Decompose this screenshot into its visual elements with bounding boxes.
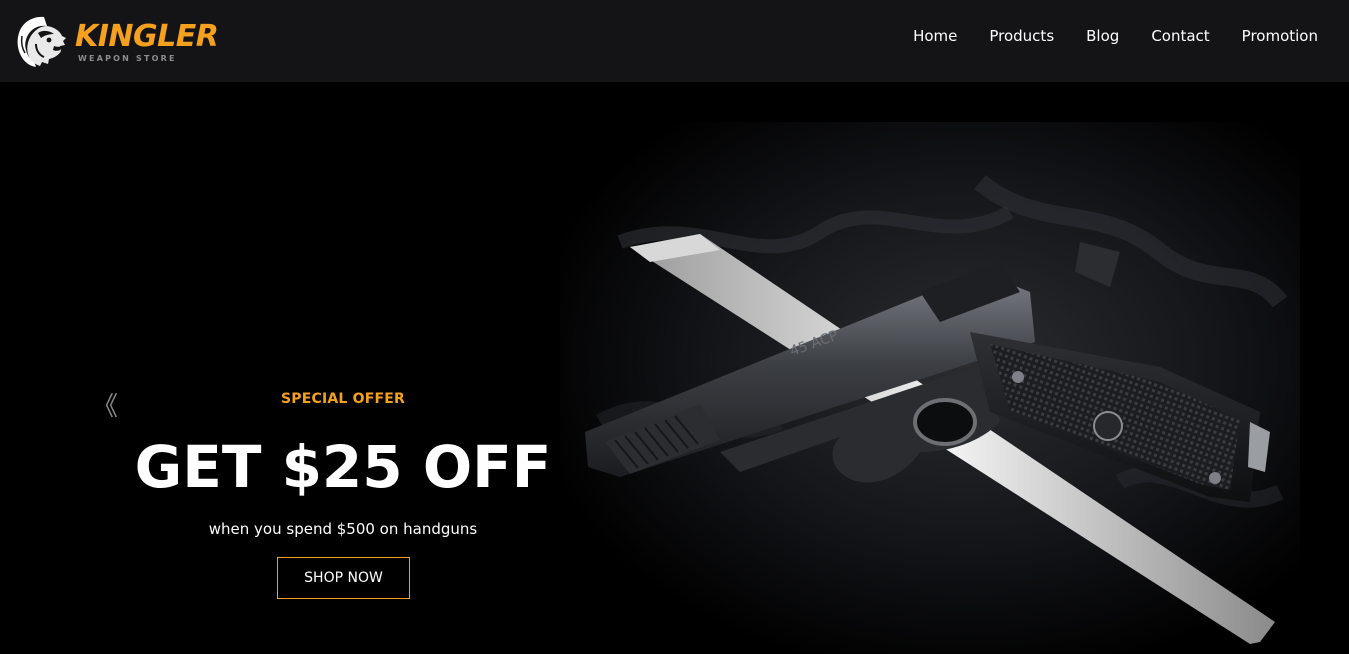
site-logo[interactable]: KINGLER WEAPON STORE	[14, 14, 224, 70]
nav-contact[interactable]: Contact	[1151, 24, 1209, 48]
hero-slider: 45 ACP 《 SPECIAL OFFER GET $25 OFF when …	[0, 82, 1349, 654]
hero-headline: GET $25 OFF	[134, 433, 552, 501]
slider-prev-arrow-icon[interactable]: 《	[92, 394, 118, 420]
nav-products[interactable]: Products	[989, 24, 1054, 48]
nav-blog[interactable]: Blog	[1086, 24, 1119, 48]
hero-image: 45 ACP	[560, 122, 1300, 654]
offer-label: SPECIAL OFFER	[281, 391, 405, 407]
lion-head-icon	[17, 16, 66, 67]
brand-name: KINGLER	[75, 19, 219, 54]
site-header: KINGLER WEAPON STORE Home Products Blog …	[0, 0, 1349, 82]
brand-tagline: WEAPON STORE	[78, 54, 177, 63]
nav-promotion[interactable]: Promotion	[1242, 24, 1318, 48]
nav-home[interactable]: Home	[913, 24, 957, 48]
hero-subline: when you spend $500 on handguns	[208, 520, 478, 538]
main-nav: Home Products Blog Contact Promotion	[913, 24, 1318, 48]
shop-now-button[interactable]: SHOP NOW	[277, 557, 410, 599]
